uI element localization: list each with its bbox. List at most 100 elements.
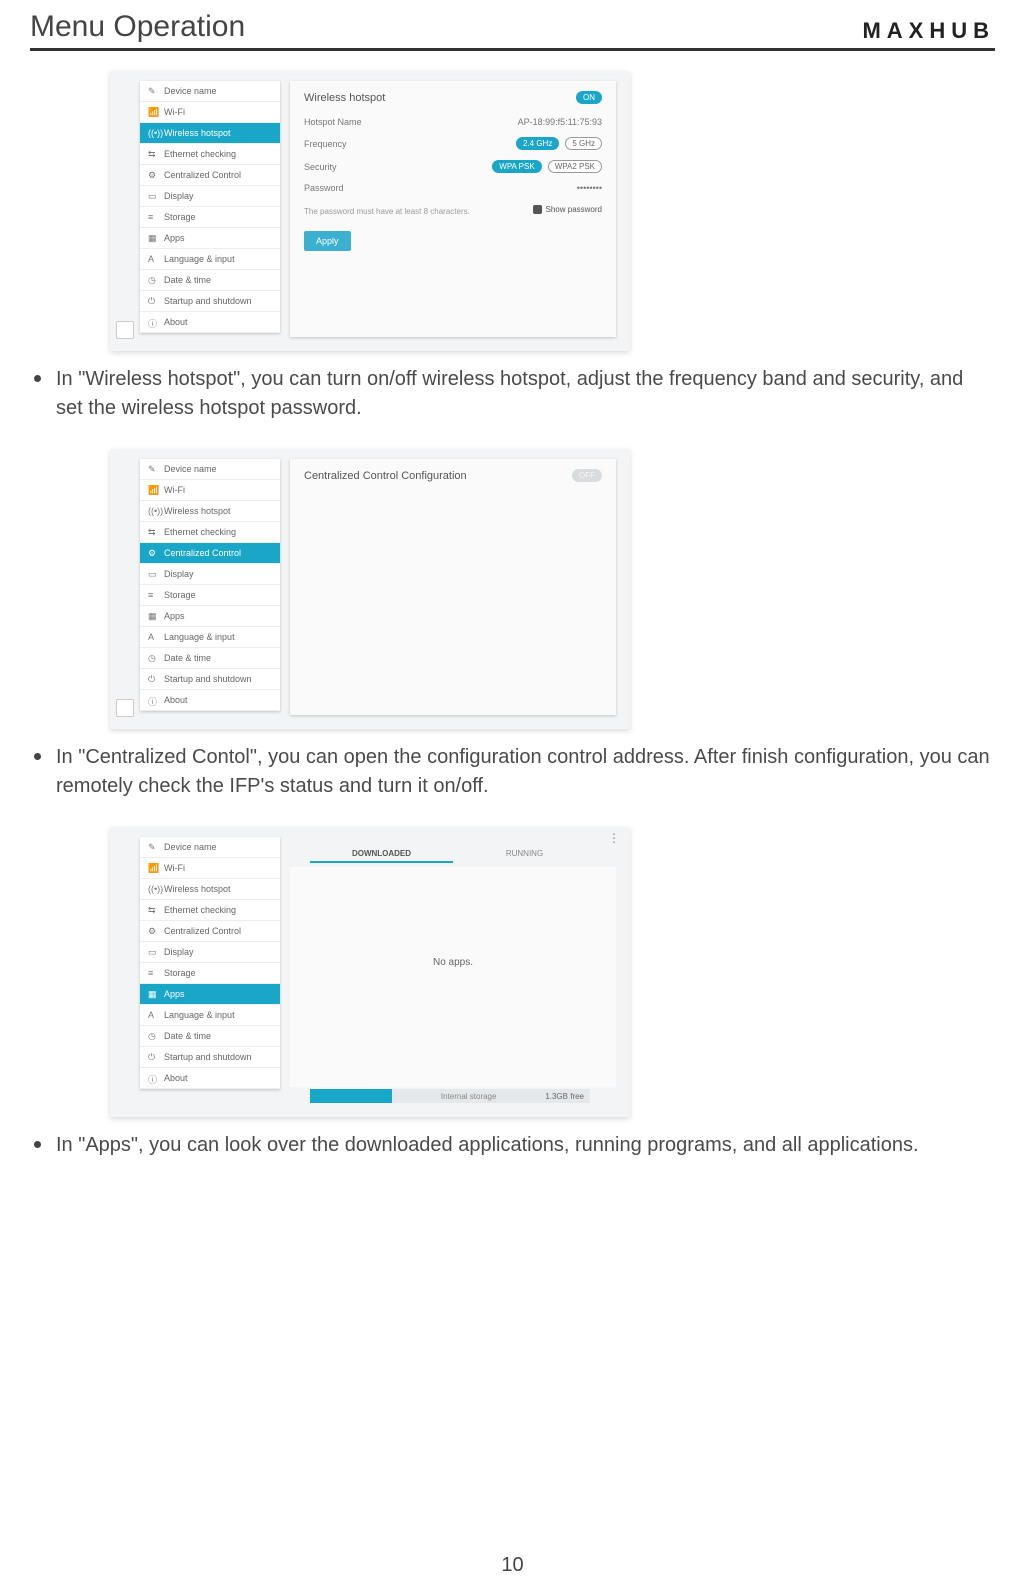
sidebar-item-wifi[interactable]: 📶Wi-Fi	[140, 480, 280, 501]
sidebar-item-wireless-hotspot[interactable]: ((•)) Wireless hotspot	[140, 879, 280, 900]
sidebar-item-ethernet[interactable]: ⇆ Ethernet checking	[140, 144, 280, 165]
display-icon: ▭	[148, 947, 158, 957]
ethernet-icon: ⇆	[148, 149, 158, 159]
sidebar-item-language[interactable]: A Language & input	[140, 249, 280, 270]
sidebar-item-label: Apps	[164, 233, 185, 243]
sidebar-item-display[interactable]: ▭Display	[140, 186, 280, 207]
security-wpa-button[interactable]: WPA PSK	[492, 160, 541, 173]
info-icon: ⓘ	[148, 1073, 158, 1083]
keyboard-icon: A	[148, 1010, 158, 1020]
hotspot-toggle[interactable]: ON	[576, 91, 602, 104]
storage-icon: ≡	[148, 590, 158, 600]
sidebar-item-device-name[interactable]: ✎Device name	[140, 837, 280, 858]
freq-5-button[interactable]: 5 GHz	[565, 137, 602, 150]
keyboard-icon: A	[148, 254, 158, 264]
sidebar-item-device-name[interactable]: ✎ Device name	[140, 459, 280, 480]
sidebar-item-centralized[interactable]: ⚙Centralized Control	[140, 165, 280, 186]
sidebar-item-display[interactable]: ▭Display	[140, 564, 280, 585]
sidebar-item-startup[interactable]: ⏻ Startup and shutdown	[140, 669, 280, 690]
sidebar-item-apps[interactable]: ▦ Apps	[140, 228, 280, 249]
sidebar-item-ethernet[interactable]: ⇆Ethernet checking	[140, 900, 280, 921]
sidebar-item-centralized[interactable]: ⚙Centralized Control	[140, 921, 280, 942]
storage-bar: Internal storage 1.3GB free	[310, 1089, 590, 1103]
sidebar-item-label: Startup and shutdown	[164, 1052, 252, 1062]
sidebar-item-language[interactable]: ALanguage & input	[140, 627, 280, 648]
centralized-toggle[interactable]: OFF	[572, 469, 602, 482]
wifi-icon: 📶	[148, 107, 158, 117]
sidebar-item-label: About	[164, 695, 188, 705]
storage-free: 1.3GB free	[545, 1092, 590, 1101]
sidebar-item-storage[interactable]: ≡Storage	[140, 585, 280, 606]
password-value[interactable]: ••••••••	[577, 183, 602, 193]
bullet-centralized-control: In "Centralized Contol", you can open th…	[30, 743, 995, 801]
ethernet-icon: ⇆	[148, 905, 158, 915]
info-icon: ⓘ	[148, 317, 158, 327]
tab-running[interactable]: RUNNING	[453, 849, 596, 863]
settings-sidebar: ✎ Device name 📶Wi-Fi ((•))Wireless hotspo…	[140, 459, 280, 711]
sidebar-item-label: Date & time	[164, 1031, 211, 1041]
sidebar-item-label: About	[164, 1073, 188, 1083]
sidebar-item-label: Language & input	[164, 254, 235, 264]
sidebar-item-label: Wireless hotspot	[164, 884, 231, 894]
sidebar-item-datetime[interactable]: ◷Date & time	[140, 270, 280, 291]
sidebar-item-label: Device name	[164, 464, 217, 474]
sidebar-item-wifi[interactable]: 📶Wi-Fi	[140, 858, 280, 879]
sidebar-item-label: Date & time	[164, 653, 211, 663]
sidebar-item-label: Ethernet checking	[164, 527, 236, 537]
wifi-icon: 📶	[148, 485, 158, 495]
power-icon: ⏻	[148, 674, 158, 684]
sidebar-item-label: Startup and shutdown	[164, 296, 252, 306]
password-hint: The password must have at least 8 charac…	[304, 203, 470, 216]
sidebar-item-label: Centralized Control	[164, 170, 241, 180]
sidebar-item-device-name[interactable]: ✎Device name	[140, 81, 280, 102]
sidebar-item-datetime[interactable]: ◷Date & time	[140, 648, 280, 669]
freq-24-button[interactable]: 2.4 GHz	[516, 137, 559, 150]
sidebar-item-label: Storage	[164, 212, 196, 222]
sidebar-item-ethernet[interactable]: ⇆Ethernet checking	[140, 522, 280, 543]
storage-icon: ≡	[148, 968, 158, 978]
sidebar-item-storage[interactable]: ≡ Storage	[140, 207, 280, 228]
pencil-icon: ✎	[148, 464, 158, 474]
sidebar-item-label: Wi-Fi	[164, 863, 185, 873]
sidebar-item-label: Apps	[164, 989, 185, 999]
sidebar-item-startup[interactable]: ⏻Startup and shutdown	[140, 291, 280, 312]
display-icon: ▭	[148, 191, 158, 201]
sidebar-item-wireless-hotspot[interactable]: ((•))Wireless hotspot	[140, 501, 280, 522]
page-header: Menu Operation MAXHUB	[30, 10, 995, 51]
clock-icon: ◷	[148, 275, 158, 285]
tab-downloaded[interactable]: DOWNLOADED	[310, 849, 453, 863]
no-apps-message: No apps.	[290, 957, 616, 968]
sidebar-item-apps[interactable]: ▦Apps	[140, 606, 280, 627]
sidebar-item-display[interactable]: ▭Display	[140, 942, 280, 963]
more-menu-icon[interactable]: ⋮	[608, 831, 620, 845]
sidebar-item-about[interactable]: ⓘ About	[140, 1068, 280, 1089]
sidebar-item-startup[interactable]: ⏻Startup and shutdown	[140, 1047, 280, 1068]
sidebar-item-language[interactable]: ALanguage & input	[140, 1005, 280, 1026]
sidebar-item-centralized[interactable]: ⚙Centralized Control	[140, 543, 280, 564]
sidebar-item-label: Centralized Control	[164, 926, 241, 936]
sidebar-item-apps[interactable]: ▦ Apps	[140, 984, 280, 1005]
panel-title: Centralized Control Configuration	[304, 470, 467, 482]
screenshot-centralized-control: ✎ Device name 📶Wi-Fi ((•))Wireless hotspo…	[110, 449, 630, 729]
show-password-checkbox[interactable]: Show password	[533, 205, 602, 214]
sidebar-item-wireless-hotspot[interactable]: ((•))Wireless hotspot	[140, 123, 280, 144]
storage-used	[310, 1089, 392, 1103]
sidebar-item-label: Wi-Fi	[164, 107, 185, 117]
storage-icon: ≡	[148, 212, 158, 222]
sidebar-item-label: Ethernet checking	[164, 149, 236, 159]
sidebar-item-about[interactable]: ⓘAbout	[140, 690, 280, 711]
sidebar-item-about[interactable]: ⓘ About	[140, 312, 280, 333]
apps-icon: ▦	[148, 989, 158, 999]
apply-button[interactable]: Apply	[304, 231, 351, 251]
security-wpa2-button[interactable]: WPA2 PSK	[548, 160, 602, 173]
frequency-label: Frequency	[304, 139, 347, 149]
sidebar-item-datetime[interactable]: ◷Date & time	[140, 1026, 280, 1047]
page-number: 10	[0, 1554, 1025, 1577]
sidebar-item-storage[interactable]: ≡Storage	[140, 963, 280, 984]
apps-icon: ▦	[148, 233, 158, 243]
hotspot-icon: ((•))	[148, 884, 158, 894]
sidebar-item-wifi[interactable]: 📶 Wi-Fi	[140, 102, 280, 123]
apps-panel: No apps.	[290, 867, 616, 1087]
sidebar-item-label: About	[164, 317, 188, 327]
sidebar-item-label: Startup and shutdown	[164, 674, 252, 684]
